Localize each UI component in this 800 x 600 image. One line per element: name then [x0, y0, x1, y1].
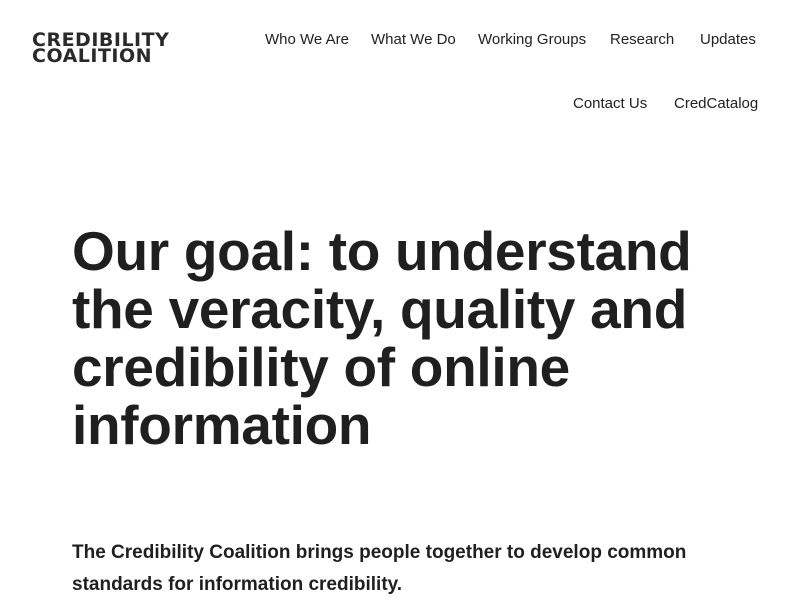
main-navigation: Who We Are What We Do Working Groups Res… — [0, 0, 800, 130]
hero-title: Our goal: to understand the veracity, qu… — [72, 220, 692, 456]
nav-link-working-groups[interactable]: Working Groups — [478, 31, 586, 48]
nav-link-what-we-do[interactable]: What We Do — [371, 31, 456, 48]
nav-link-who-we-are[interactable]: Who We Are — [265, 31, 349, 48]
nav-link-credcatalog[interactable]: CredCatalog — [674, 95, 758, 112]
nav-link-updates[interactable]: Updates — [700, 31, 756, 48]
nav-link-contact-us[interactable]: Contact Us — [573, 95, 647, 112]
intro-text: The Credibility Coalition brings people … — [72, 542, 687, 595]
page: CREDIBILITY COALITION Who We Are What We… — [0, 0, 800, 600]
nav-link-research[interactable]: Research — [610, 31, 674, 48]
